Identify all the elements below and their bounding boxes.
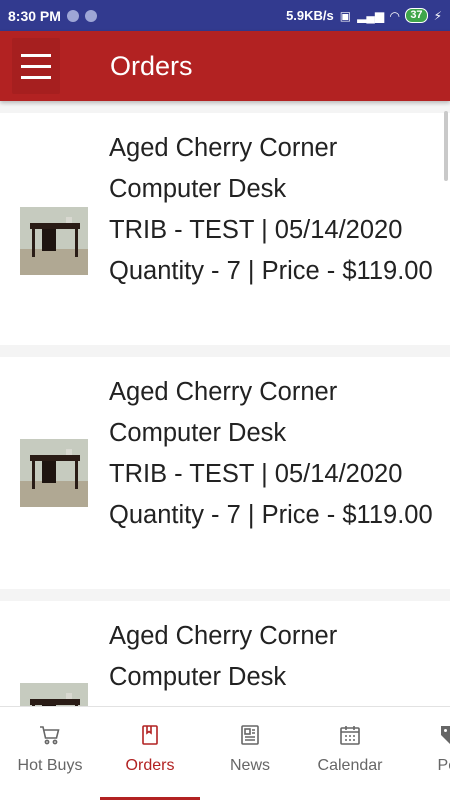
scrollbar[interactable] bbox=[444, 111, 448, 181]
order-card[interactable]: Aged Cherry Corner Computer Desk bbox=[0, 601, 450, 706]
product-thumbnail bbox=[20, 439, 88, 507]
order-product-name: Aged Cherry Corner Computer Desk bbox=[109, 622, 338, 691]
wifi-icon: ◠ bbox=[390, 8, 400, 23]
order-quantity-price: Quantity - 7 | Price - $119.00 bbox=[109, 501, 433, 529]
nav-label: Per bbox=[437, 757, 450, 774]
volte-icon: ▣ bbox=[339, 8, 352, 23]
newspaper-icon bbox=[241, 725, 259, 745]
order-card[interactable]: Aged Cherry Corner Computer Desk TRIB - … bbox=[0, 357, 450, 589]
product-thumbnail bbox=[20, 683, 88, 706]
charging-icon: ⚡ bbox=[433, 8, 442, 23]
order-quantity-price: Quantity - 7 | Price - $119.00 bbox=[109, 257, 433, 285]
order-product-name: Aged Cherry Corner Computer Desk bbox=[109, 378, 338, 447]
order-meta: TRIB - TEST | 05/14/2020 bbox=[109, 460, 403, 488]
signal-icon: ▂▄▆ bbox=[357, 8, 385, 23]
nav-item-orders[interactable]: Orders bbox=[100, 707, 200, 800]
nav-item-calendar[interactable]: Calendar bbox=[300, 707, 400, 800]
order-product-name: Aged Cherry Corner Computer Desk bbox=[109, 134, 338, 203]
notification-dot-icon bbox=[84, 9, 97, 22]
product-thumbnail bbox=[20, 207, 88, 275]
app-bar: Orders bbox=[0, 31, 450, 101]
nav-item-hot-buys[interactable]: Hot Buys bbox=[0, 707, 100, 800]
nav-label: News bbox=[229, 757, 270, 774]
tag-icon bbox=[441, 726, 450, 744]
network-speed: 5.9KB/s bbox=[286, 8, 334, 23]
bottom-navigation: Hot Buys Orders News Calendar Per bbox=[0, 706, 450, 800]
nav-label: Orders bbox=[125, 757, 175, 774]
notification-dot-icon bbox=[66, 9, 79, 22]
nav-item-per[interactable]: Per bbox=[400, 707, 450, 800]
calendar-icon bbox=[340, 726, 360, 745]
page-title: Orders bbox=[110, 50, 193, 81]
orders-list[interactable]: Aged Cherry Corner Computer Desk TRIB - … bbox=[0, 101, 450, 706]
hamburger-menu-icon[interactable] bbox=[12, 38, 60, 94]
nav-label: Calendar bbox=[317, 757, 383, 774]
order-meta: TRIB - TEST | 05/14/2020 bbox=[109, 216, 403, 244]
order-card[interactable]: Aged Cherry Corner Computer Desk TRIB - … bbox=[0, 113, 450, 345]
status-time: 8:30 PM bbox=[8, 7, 61, 24]
status-bar: 8:30 PM 5.9KB/s ▣ ▂▄▆ ◠ 37 ⚡ bbox=[0, 0, 450, 31]
cart-icon bbox=[40, 726, 60, 745]
nav-item-news[interactable]: News bbox=[200, 707, 300, 800]
nav-label: Hot Buys bbox=[17, 757, 83, 774]
book-icon bbox=[142, 725, 158, 745]
battery-icon: 37 bbox=[405, 8, 428, 23]
